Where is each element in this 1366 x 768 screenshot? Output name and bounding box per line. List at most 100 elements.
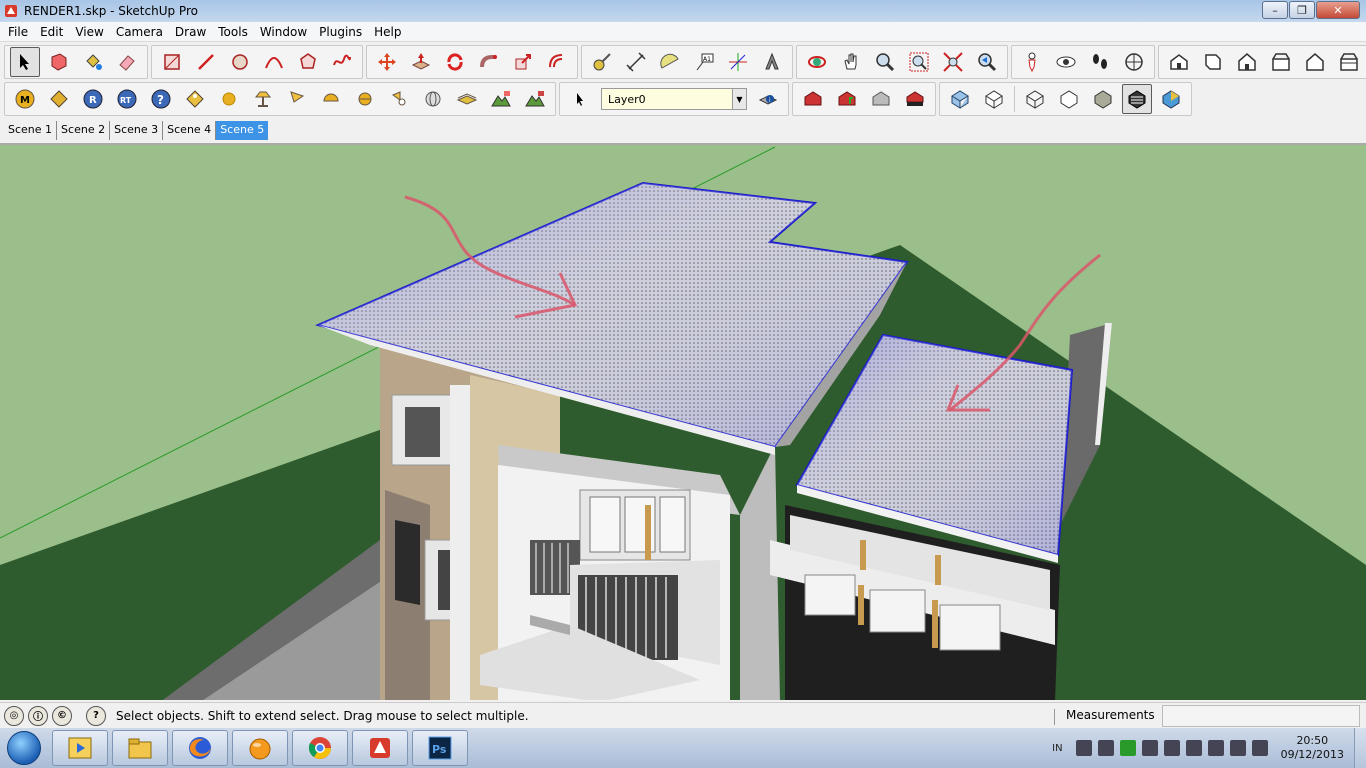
- lamp-icon[interactable]: [248, 84, 278, 114]
- line-tool-icon[interactable]: [191, 47, 221, 77]
- tab-scene-3[interactable]: Scene 3: [110, 121, 164, 140]
- sphere-icon[interactable]: [214, 84, 244, 114]
- section-plane-tool-icon[interactable]: [1119, 47, 1149, 77]
- previous-view-tool-icon[interactable]: [972, 47, 1002, 77]
- move-tool-icon[interactable]: [372, 47, 402, 77]
- xray-icon[interactable]: [945, 84, 975, 114]
- model-canvas[interactable]: [0, 145, 1366, 700]
- menu-tools[interactable]: Tools: [212, 25, 254, 39]
- polygon-tool-icon[interactable]: [293, 47, 323, 77]
- start-button[interactable]: [0, 728, 48, 768]
- menu-file[interactable]: File: [2, 25, 34, 39]
- menu-camera[interactable]: Camera: [110, 25, 169, 39]
- scale-tool-icon[interactable]: [508, 47, 538, 77]
- back-view-icon[interactable]: [1300, 47, 1330, 77]
- landscape2-icon[interactable]: [520, 84, 550, 114]
- plane-icon[interactable]: [452, 84, 482, 114]
- tab-scene-2[interactable]: Scene 2: [57, 121, 111, 140]
- freehand-tool-icon[interactable]: [327, 47, 357, 77]
- landscape-icon[interactable]: [486, 84, 516, 114]
- rotate-tool-icon[interactable]: [440, 47, 470, 77]
- paint-bucket-tool-icon[interactable]: [78, 47, 108, 77]
- zoom-window-tool-icon[interactable]: [904, 47, 934, 77]
- restore-button[interactable]: ❐: [1289, 1, 1315, 19]
- layer-select[interactable]: Layer0 ▼: [601, 88, 747, 110]
- tray-update-icon[interactable]: [1163, 740, 1180, 756]
- pan-tool-icon[interactable]: [836, 47, 866, 77]
- dome-icon[interactable]: [350, 84, 380, 114]
- shaded-textures-icon[interactable]: [1122, 84, 1152, 114]
- language-indicator[interactable]: IN: [1052, 743, 1062, 754]
- tray-antivirus-icon[interactable]: [1119, 740, 1136, 756]
- sketchup-icon[interactable]: [352, 730, 408, 766]
- menu-view[interactable]: View: [69, 25, 109, 39]
- credits-icon[interactable]: ⓘ: [28, 705, 48, 726]
- dimension-tool-icon[interactable]: [621, 47, 651, 77]
- chrome-icon[interactable]: [292, 730, 348, 766]
- eraser-tool-icon[interactable]: [112, 47, 142, 77]
- push-pull-tool-icon[interactable]: [406, 47, 436, 77]
- r-icon[interactable]: R: [78, 84, 108, 114]
- arc-tool-icon[interactable]: [259, 47, 289, 77]
- clock[interactable]: 20:50 09/12/2013: [1281, 734, 1344, 762]
- geo-location-icon[interactable]: ◎: [4, 705, 24, 726]
- tab-scene-1[interactable]: Scene 1: [4, 121, 58, 140]
- extension-icon[interactable]: [900, 84, 930, 114]
- 3d-text-tool-icon[interactable]: [757, 47, 787, 77]
- right-view-icon[interactable]: [1266, 47, 1296, 77]
- select-tool-icon[interactable]: [10, 47, 40, 77]
- help-icon[interactable]: ?: [86, 705, 106, 726]
- help-icon[interactable]: ?: [146, 84, 176, 114]
- m-icon[interactable]: M: [10, 84, 40, 114]
- position-camera-tool-icon[interactable]: [1017, 47, 1047, 77]
- wireframe-icon[interactable]: [1020, 84, 1050, 114]
- zoom-tool-icon[interactable]: [870, 47, 900, 77]
- tray-power-icon[interactable]: [1207, 740, 1224, 756]
- minimize-button[interactable]: –: [1262, 1, 1288, 19]
- share-model-icon[interactable]: [832, 84, 862, 114]
- hidden-line-icon[interactable]: [1054, 84, 1084, 114]
- menu-edit[interactable]: Edit: [34, 25, 69, 39]
- warehouse-icon[interactable]: [798, 84, 828, 114]
- firefox-icon[interactable]: [172, 730, 228, 766]
- menu-window[interactable]: Window: [254, 25, 313, 39]
- file-explorer-icon[interactable]: [112, 730, 168, 766]
- rectangle-tool-icon[interactable]: [157, 47, 187, 77]
- flag-icon[interactable]: [1251, 740, 1268, 756]
- flag-icon[interactable]: [282, 84, 312, 114]
- show-desktop-button[interactable]: [1354, 728, 1366, 768]
- tray-app-icon[interactable]: [1075, 740, 1092, 756]
- zoom-extents-tool-icon[interactable]: [938, 47, 968, 77]
- tray-display-icon[interactable]: [1185, 740, 1202, 756]
- top-view-icon[interactable]: [1198, 47, 1228, 77]
- shaded-icon[interactable]: [1088, 84, 1118, 114]
- tray-network-icon[interactable]: [1097, 740, 1114, 756]
- front-view-icon[interactable]: [1232, 47, 1262, 77]
- rt-icon[interactable]: RT: [112, 84, 142, 114]
- globe-icon[interactable]: [418, 84, 448, 114]
- component-icon[interactable]: [866, 84, 896, 114]
- follow-me-tool-icon[interactable]: [474, 47, 504, 77]
- axes-tool-icon[interactable]: [723, 47, 753, 77]
- menu-help[interactable]: Help: [368, 25, 407, 39]
- back-edges-icon[interactable]: [979, 84, 1009, 114]
- make-component-tool-icon[interactable]: [44, 47, 74, 77]
- tape-measure-tool-icon[interactable]: [587, 47, 617, 77]
- menu-plugins[interactable]: Plugins: [313, 25, 368, 39]
- layer-manager-icon[interactable]: i: [753, 84, 783, 114]
- orange-ball-icon[interactable]: [232, 730, 288, 766]
- text-tool-icon[interactable]: A1: [689, 47, 719, 77]
- label-icon[interactable]: [180, 84, 210, 114]
- media-player-icon[interactable]: [52, 730, 108, 766]
- look-around-tool-icon[interactable]: [1051, 47, 1081, 77]
- tray-monitor-icon[interactable]: [1141, 740, 1158, 756]
- monochrome-icon[interactable]: [1156, 84, 1186, 114]
- chevron-down-icon[interactable]: ▼: [732, 89, 746, 109]
- volume-icon[interactable]: [1229, 740, 1246, 756]
- photoshop-icon[interactable]: Ps: [412, 730, 468, 766]
- user-icon[interactable]: ©: [52, 705, 72, 726]
- tag-icon[interactable]: [44, 84, 74, 114]
- half-dome-icon[interactable]: [316, 84, 346, 114]
- walk-tool-icon[interactable]: [1085, 47, 1115, 77]
- offset-tool-icon[interactable]: [542, 47, 572, 77]
